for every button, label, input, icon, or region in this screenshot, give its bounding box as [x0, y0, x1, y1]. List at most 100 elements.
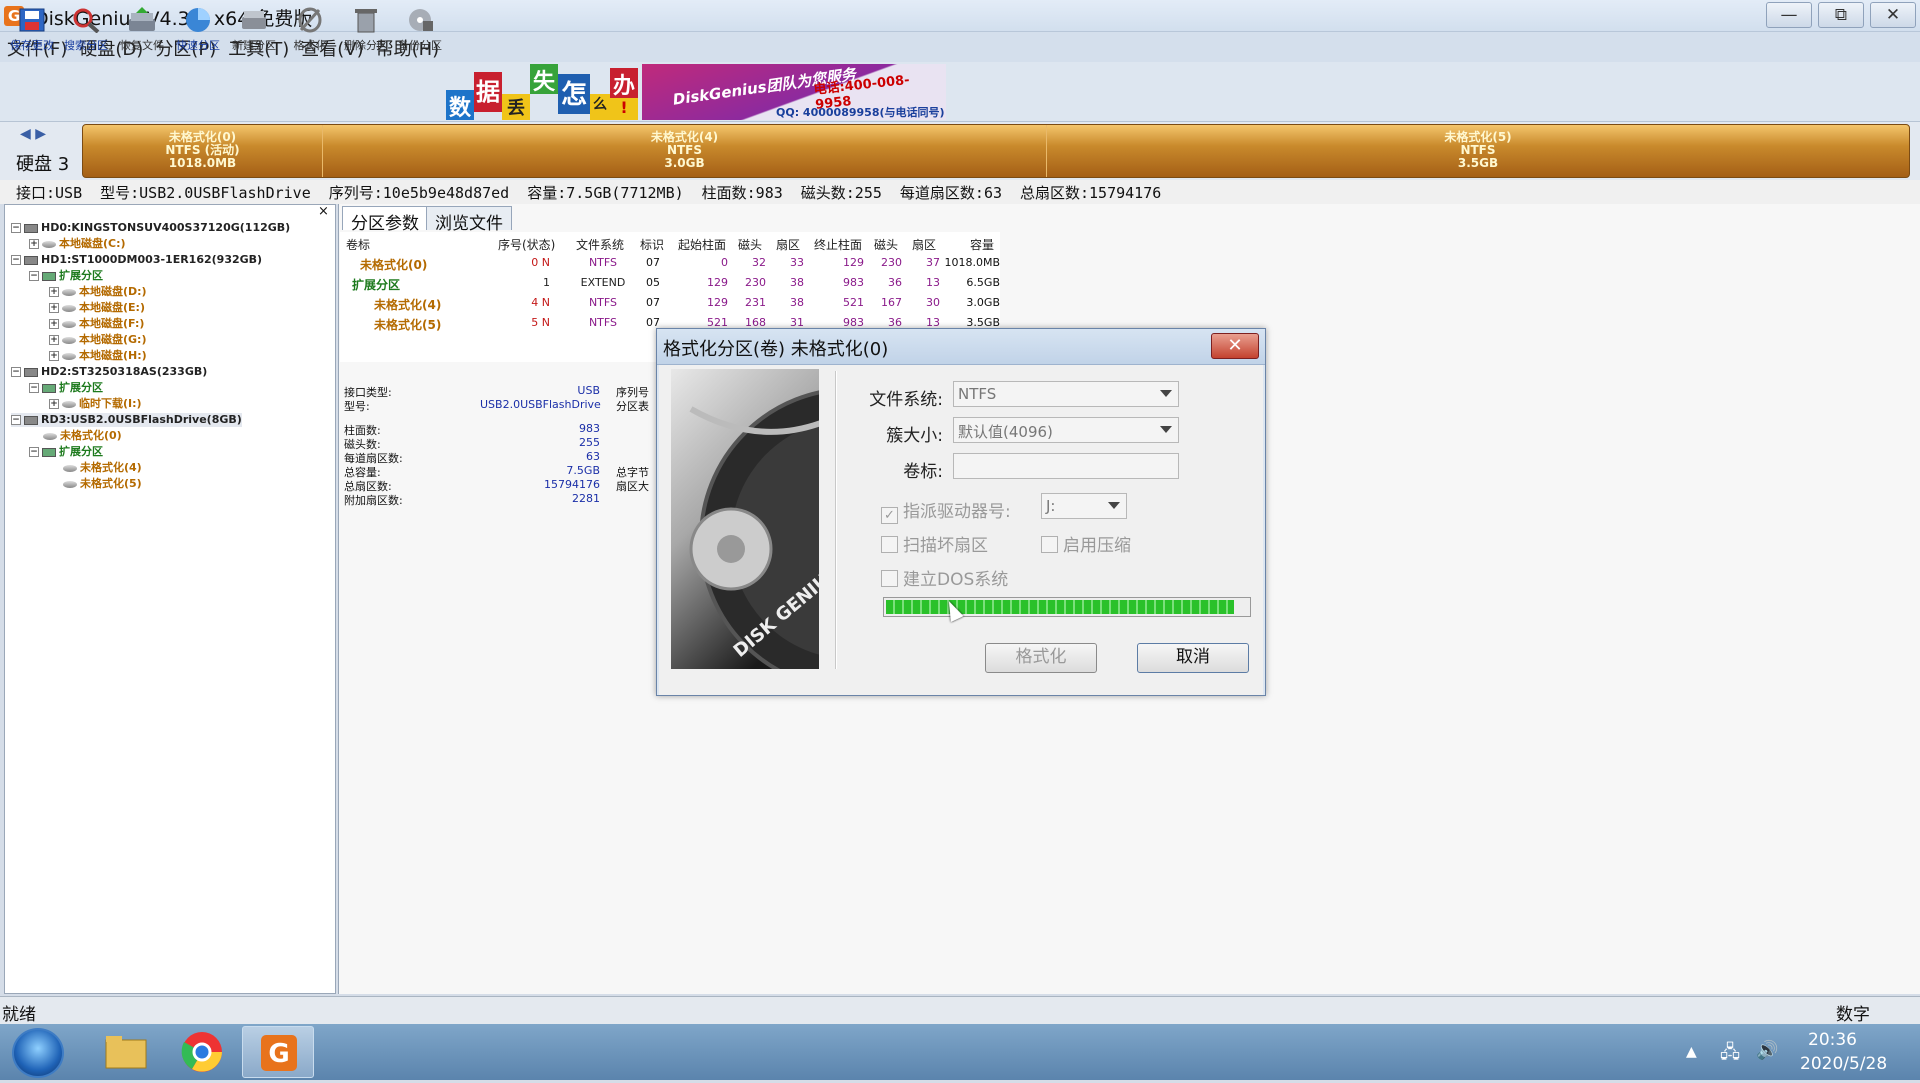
table-cell: 0 [670, 256, 728, 269]
clock-date[interactable]: 2020/5/28 [1800, 1054, 1887, 1074]
table-cell: EXTEND [568, 276, 638, 289]
drive-letter-select[interactable]: J: [1041, 493, 1127, 519]
expand-icon[interactable]: + [49, 351, 59, 361]
format-toolbar-button[interactable]: 格式化 [284, 4, 336, 58]
collapse-icon[interactable]: − [11, 255, 21, 265]
tree-node-rd3[interactable]: − RD3:USB2.0USBFlashDrive(8GB) [11, 413, 242, 427]
search-partition-button[interactable]: 搜索分区 [60, 4, 112, 58]
table-cell: 983 [806, 276, 864, 289]
dialog-title: 格式化分区(卷) 未格式化(0) [663, 335, 888, 361]
network-icon[interactable]: 🖧 [1720, 1040, 1740, 1070]
filesystem-select[interactable]: NTFS [953, 381, 1179, 407]
volume-icon [63, 465, 77, 472]
tab-partition-params[interactable]: 分区参数 [342, 206, 428, 230]
tree-node-c[interactable]: +本地磁盘(C:) [29, 237, 126, 251]
new-partition-button[interactable]: 新建分区 [228, 4, 280, 58]
dialog-close-button[interactable]: ✕ [1211, 333, 1259, 359]
maximize-button[interactable]: ⧉ [1818, 2, 1864, 28]
assign-drive-checkbox[interactable]: ✓指派驱动器号: [881, 497, 1011, 524]
tree-node-unformatted-0[interactable]: 未格式化(0) [43, 429, 122, 443]
tree-node-unformatted-5[interactable]: 未格式化(5) [63, 477, 142, 491]
diskgenius-task-button[interactable]: G [242, 1026, 314, 1078]
collapse-icon[interactable]: − [29, 383, 39, 393]
tray-expand-icon[interactable]: ▲ [1686, 1044, 1697, 1060]
column-header: 终止柱面 [814, 236, 862, 253]
cancel-button[interactable]: 取消 [1137, 643, 1249, 673]
collapse-icon[interactable]: − [29, 447, 39, 457]
expand-icon[interactable]: + [49, 303, 59, 313]
expand-icon[interactable]: + [49, 319, 59, 329]
format-progress-bar [883, 597, 1251, 617]
backup-partition-button[interactable]: 备份分区 [394, 4, 446, 58]
table-cell: 13 [904, 276, 940, 289]
toolbar-label: 搜索分区 [60, 37, 112, 53]
tree-node-e[interactable]: +本地磁盘(E:) [49, 301, 145, 315]
tab-browse-files[interactable]: 浏览文件 [426, 206, 512, 230]
tree-close-icon[interactable]: × [318, 204, 329, 219]
tree-node-unformatted-4[interactable]: 未格式化(4) [63, 461, 142, 475]
collapse-icon[interactable]: − [11, 223, 21, 233]
recover-files-button[interactable]: 恢复文件 [116, 4, 168, 58]
filesystem-label: 文件系统: [843, 385, 943, 410]
tree-node-hd1[interactable]: −HD1:ST1000DM003-1ER162(932GB) [11, 253, 262, 267]
expand-icon[interactable]: + [49, 287, 59, 297]
disk-icon [24, 224, 38, 233]
format-button[interactable]: 格式化 [985, 643, 1097, 673]
collapse-icon[interactable]: − [29, 271, 39, 281]
close-button[interactable]: ✕ [1870, 2, 1916, 28]
backup-icon [405, 6, 435, 34]
table-cell: 231 [730, 296, 766, 309]
tree-node-extended[interactable]: −扩展分区 [29, 445, 103, 459]
enable-compression-checkbox[interactable]: 启用压缩 [1041, 531, 1131, 556]
disk-nav-arrows[interactable]: ◀ ▶ [20, 126, 46, 142]
tree-node-extended[interactable]: −扩展分区 [29, 269, 103, 283]
table-cell: 230 [730, 276, 766, 289]
detail-label: 扇区大 [616, 478, 649, 494]
tree-node-f[interactable]: +本地磁盘(F:) [49, 317, 144, 331]
tree-node-hd2[interactable]: −HD2:ST3250318AS(233GB) [11, 365, 207, 379]
detail-value: USB2.0USBFlashDrive [480, 398, 600, 411]
browser-task-button[interactable] [166, 1026, 238, 1078]
volume-label-input[interactable] [953, 453, 1179, 479]
detail-value: USB [520, 384, 600, 397]
tree-node-h[interactable]: +本地磁盘(H:) [49, 349, 147, 363]
toolbar [0, 62, 1920, 122]
browser-icon [166, 1026, 238, 1078]
banner-tile: 据 [474, 72, 502, 112]
explorer-task-button[interactable] [90, 1026, 162, 1078]
cluster-size-select[interactable]: 默认值(4096) [953, 417, 1179, 443]
tree-node-d[interactable]: +本地磁盘(D:) [49, 285, 147, 299]
new-partition-icon [239, 6, 269, 34]
expand-icon[interactable]: + [49, 399, 59, 409]
tree-node-label: RD3:USB2.0USBFlashDrive(8GB) [41, 413, 242, 426]
partition-segment[interactable]: 未格式化(4) NTFS 3.0GB [323, 125, 1047, 178]
collapse-icon[interactable]: − [11, 415, 21, 425]
create-dos-checkbox[interactable]: 建立DOS系统 [881, 565, 1008, 590]
tree-node-g[interactable]: +本地磁盘(G:) [49, 333, 146, 347]
volume-icon [62, 321, 76, 328]
delete-partition-button[interactable]: 删除分区 [340, 4, 392, 58]
scan-bad-sectors-checkbox[interactable]: 扫描坏扇区 [881, 531, 988, 556]
partition-map[interactable]: 未格式化(0) NTFS (活动) 1018.0MB 未格式化(4) NTFS … [82, 124, 1910, 178]
disk-tree: −HD0:KINGSTONSUV400S37120G(112GB) +本地磁盘(… [4, 204, 336, 994]
volume-icon[interactable]: 🔊 [1756, 1040, 1778, 1061]
expand-icon[interactable]: + [29, 239, 39, 249]
partition-segment[interactable]: 未格式化(5) NTFS 3.5GB [1047, 125, 1909, 178]
tree-node-hd0[interactable]: −HD0:KINGSTONSUV400S37120G(112GB) [11, 221, 290, 235]
expand-icon[interactable]: + [49, 335, 59, 345]
tree-node-extended[interactable]: −扩展分区 [29, 381, 103, 395]
save-changes-button[interactable]: 保存更改 [6, 4, 58, 58]
volume-label-label: 卷标: [843, 457, 943, 482]
collapse-icon[interactable]: − [11, 367, 21, 377]
partition-segment[interactable]: 未格式化(0) NTFS (活动) 1018.0MB [83, 125, 323, 178]
checkbox-icon: ✓ [881, 507, 898, 524]
table-cell: 36 [866, 276, 902, 289]
minimize-button[interactable]: — [1766, 2, 1812, 28]
clock-time[interactable]: 20:36 [1808, 1030, 1857, 1050]
ad-banner[interactable]: 数 据 丢 失 怎 么 办 ! DiskGenius团队为您服务 电话:400-… [446, 64, 946, 120]
quick-partition-button[interactable]: 快速分区 [172, 4, 224, 58]
tree-node-i[interactable]: +临时下载(I:) [49, 397, 142, 411]
windows-start-icon[interactable] [12, 1028, 64, 1078]
checkbox-icon [881, 570, 898, 587]
table-cell: 1018.0MB [940, 256, 1000, 269]
